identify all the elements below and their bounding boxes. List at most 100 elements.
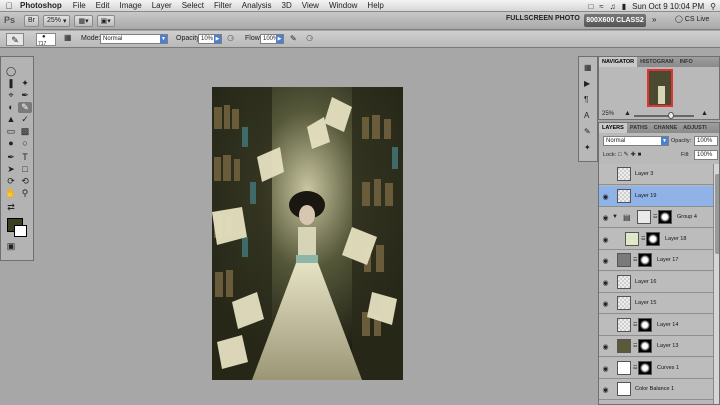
layer-thumbnail[interactable] <box>617 188 631 203</box>
marquee-tool-icon[interactable]: ◯ <box>4 66 18 77</box>
quick-mask-icon[interactable]: ▣ <box>4 241 18 252</box>
visibility-eye-icon[interactable]: ◉ <box>601 214 610 222</box>
layer-row[interactable]: ◉ ▼ ▤ ☲ Group 4 <box>599 207 713 228</box>
menu-view[interactable]: View <box>297 1 324 10</box>
tab-histogram[interactable]: HISTOGRAM <box>637 57 677 67</box>
layer-mask-thumbnail[interactable] <box>638 360 652 375</box>
layer-thumbnail[interactable] <box>617 296 631 310</box>
3d-orbit-tool-icon[interactable]: ⟲ <box>18 176 32 187</box>
tab-paths[interactable]: PATHS <box>627 123 651 133</box>
workspace-active-button[interactable]: 800X600 CLASS2 <box>584 14 646 27</box>
lasso-tool-icon[interactable]: ❚ <box>4 78 18 89</box>
cs-live-button[interactable]: ◯ CS Live <box>675 15 709 23</box>
brush-preset-picker[interactable]: ● 717 <box>36 33 56 47</box>
tab-channels[interactable]: CHANNE <box>651 123 681 133</box>
visibility-eye-icon[interactable]: ◉ <box>601 193 610 201</box>
tool-presets-panel-icon[interactable]: ✦ <box>584 143 591 152</box>
spot-healing-tool-icon[interactable]: ◐ <box>4 102 18 113</box>
layer-mask-thumbnail[interactable] <box>658 210 672 224</box>
menu-3d[interactable]: 3D <box>277 1 297 10</box>
dodge-tool-icon[interactable]: ○ <box>18 138 32 149</box>
opacity-field[interactable]: 10% ▶ <box>198 34 222 44</box>
menu-analysis[interactable]: Analysis <box>237 1 277 10</box>
apple-icon[interactable]:  <box>0 1 18 11</box>
brushes-panel-icon[interactable]: ✎ <box>584 127 591 136</box>
layer-thumbnail[interactable] <box>617 167 631 181</box>
menu-layer[interactable]: Layer <box>147 1 177 10</box>
menu-help[interactable]: Help <box>362 1 388 10</box>
layer-row[interactable]: ◉ ☲ Layer 18 <box>599 228 713 250</box>
visibility-eye-icon[interactable]: ◉ <box>601 300 610 308</box>
layer-mask-thumbnail[interactable] <box>638 317 652 332</box>
tab-info[interactable]: INFO <box>677 57 696 67</box>
3d-rotate-tool-icon[interactable]: ⟳ <box>4 176 18 187</box>
spotlight-icon[interactable]: ⚲ <box>710 2 716 11</box>
layer-row[interactable]: ◉ Layer 15 <box>599 293 713 314</box>
layers-scroll-thumb[interactable] <box>715 174 719 254</box>
eyedropper-tool-icon[interactable]: ✒ <box>18 90 32 101</box>
flow-field[interactable]: 100% ▶ <box>260 34 284 44</box>
mask-link-icon[interactable]: ☲ <box>633 322 637 328</box>
pen-tool-icon[interactable]: ✒ <box>4 152 18 163</box>
hand-tool-icon[interactable]: ✋ <box>4 188 18 199</box>
tab-adjustments[interactable]: ADJUSTI <box>680 123 710 133</box>
layer-row[interactable]: ◉ Color Balance 1 <box>599 379 713 400</box>
adobe-status-icon[interactable]: □ <box>588 2 593 11</box>
layer-opacity-field[interactable]: 100% <box>694 136 718 146</box>
group-expand-arrow-icon[interactable]: ▼ <box>612 214 618 220</box>
blur-tool-icon[interactable]: ● <box>4 138 18 149</box>
menu-edit[interactable]: Edit <box>91 1 115 10</box>
layers-scrollbar[interactable] <box>713 164 719 404</box>
layer-thumbnail[interactable] <box>617 317 631 332</box>
mask-link-icon[interactable]: ☲ <box>641 236 645 242</box>
zoom-slider-track[interactable] <box>634 115 694 117</box>
navigator-preview[interactable] <box>647 69 673 107</box>
magic-wand-tool-icon[interactable]: ✦ <box>18 78 32 89</box>
visibility-eye-icon[interactable]: ◉ <box>601 257 610 265</box>
character-panel-icon[interactable]: A <box>584 111 589 120</box>
type-tool-icon[interactable]: T <box>18 152 32 163</box>
layer-mask-thumbnail[interactable] <box>638 253 652 267</box>
layer-thumbnail[interactable] <box>625 231 639 246</box>
brush-tool-icon[interactable]: ✎ <box>18 102 32 113</box>
layer-thumbnail[interactable] <box>617 274 631 289</box>
zoom-slider-handle[interactable] <box>668 112 674 119</box>
layer-thumbnail[interactable] <box>617 339 631 353</box>
mask-link-icon[interactable]: ☲ <box>633 343 637 349</box>
workspace-fullscreen-photo[interactable]: FULLSCREEN PHOTO <box>506 15 580 22</box>
history-panel-icon[interactable]: ▦ <box>584 63 592 72</box>
workspace-more-icon[interactable]: » <box>652 15 656 24</box>
layer-mask-thumbnail[interactable] <box>638 339 652 353</box>
screen-mode-button[interactable]: ▣▾ <box>96 14 115 27</box>
mask-link-icon[interactable]: ☲ <box>633 257 637 263</box>
tablet-size-pressure-icon[interactable]: ⚆ <box>306 34 313 43</box>
document-canvas[interactable] <box>212 87 403 380</box>
menu-filter[interactable]: Filter <box>209 1 237 10</box>
visibility-eye-icon[interactable]: ◉ <box>601 236 610 244</box>
layer-row[interactable]: ◉ ☲ Layer 13 <box>599 336 713 357</box>
blend-mode-select[interactable]: Normal ▼ <box>603 136 669 146</box>
launch-bridge-button[interactable]: Br <box>24 14 39 27</box>
visibility-eye-icon[interactable]: ◉ <box>601 365 610 373</box>
crop-tool-icon[interactable]: ⌖ <box>4 90 18 101</box>
menu-image[interactable]: Image <box>114 1 146 10</box>
zoom-tool-icon[interactable]: ⚲ <box>18 188 32 199</box>
layer-mask-thumbnail[interactable] <box>646 231 660 246</box>
path-selection-tool-icon[interactable]: ➤ <box>4 164 18 175</box>
mask-link-icon[interactable]: ☲ <box>633 365 637 371</box>
layer-row[interactable]: ◉ Layer 16 <box>599 271 713 293</box>
layer-row[interactable]: ◉ Layer 19 <box>599 185 713 207</box>
clone-stamp-tool-icon[interactable]: ▲ <box>4 114 18 125</box>
layer-row[interactable]: ☲ Layer 14 <box>599 314 713 336</box>
history-brush-tool-icon[interactable]: ✓ <box>18 114 32 125</box>
menubar-clock[interactable]: Sun Oct 9 10:04 PM <box>632 2 704 11</box>
battery-icon[interactable]: ▮ <box>622 2 626 11</box>
layer-row[interactable]: Layer 3 <box>599 164 713 185</box>
arrange-documents-button[interactable]: ▦▾ <box>74 14 93 27</box>
app-menu[interactable]: Photoshop <box>18 1 68 10</box>
brush-panel-toggle-icon[interactable]: ▦ <box>64 33 74 46</box>
zoom-in-icon[interactable]: ▲ <box>701 110 708 117</box>
visibility-eye-icon[interactable]: ◉ <box>601 386 610 394</box>
gradient-tool-icon[interactable]: ▩ <box>18 126 32 137</box>
volume-icon[interactable]: ♫ <box>610 2 616 11</box>
